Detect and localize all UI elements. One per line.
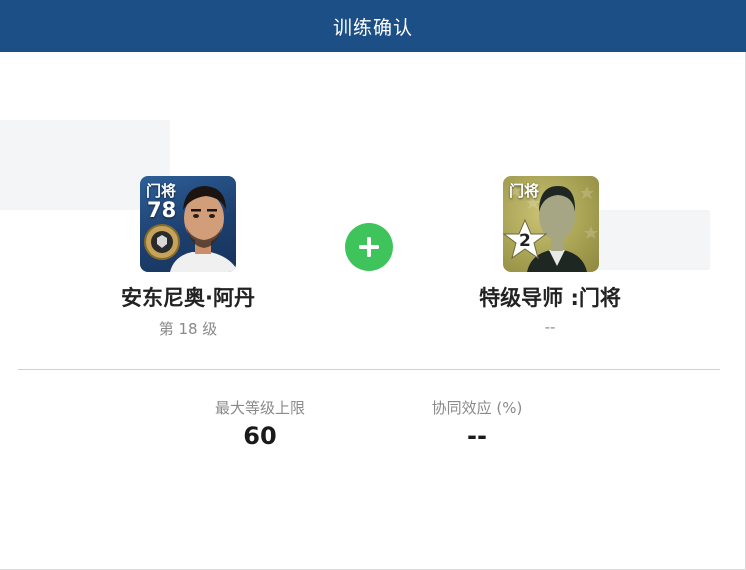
synergy-value: --: [467, 422, 487, 450]
max-level-label: 最大等级上限: [214, 399, 305, 417]
title-bar: 训练确认: [0, 0, 746, 52]
add-button[interactable]: [345, 223, 393, 271]
player-rating: 78: [147, 198, 177, 222]
coach-position-label: 门将: [509, 182, 540, 200]
dialog-title: 训练确认: [332, 16, 413, 39]
divider: [18, 369, 720, 370]
coach-level: --: [544, 318, 556, 336]
training-confirm-dialog: 训练确认 门将 78 安东尼奥·阿丹 第 18 级 门将 2 特级导师:门将 …: [0, 0, 746, 570]
synergy-label: 协同效应 (%): [431, 399, 523, 417]
coach-name: 特级导师 :门将: [479, 286, 621, 310]
plus-icon: [359, 237, 379, 257]
coach-star-number: 2: [519, 231, 531, 251]
coach-card[interactable]: 门将 2: [503, 176, 599, 272]
player-level: 第 18 级: [158, 320, 218, 338]
max-level-value: 60: [243, 422, 277, 450]
player-card[interactable]: 门将 78: [140, 176, 236, 272]
player-name: 安东尼奥·阿丹: [121, 286, 255, 310]
